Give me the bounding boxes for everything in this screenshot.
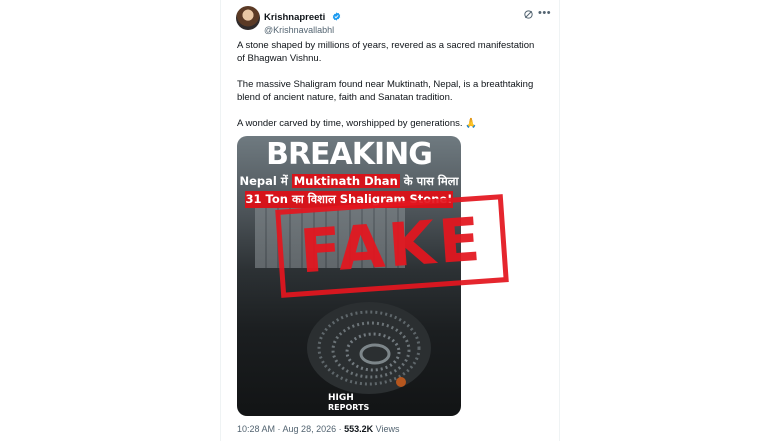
headline-highlight: Muktinath Dhan <box>291 174 400 188</box>
more-icon[interactable]: ••• <box>538 8 551 19</box>
high-reports-logo-sub: REPORTS <box>328 403 370 412</box>
post-text: A wonder carved by time, worshipped by g… <box>237 118 463 129</box>
image-headline-1: Nepal में Muktinath Dhan के पास मिला <box>237 173 461 189</box>
display-name[interactable]: Krishnapreeti <box>264 12 325 23</box>
high-reports-logo: HIGH <box>328 393 354 403</box>
grok-icon[interactable] <box>523 9 534 20</box>
tweet-header: Krishnapreeti @Krishnavallabhl ••• <box>236 6 556 38</box>
shaligram-spiral-image <box>307 302 431 394</box>
author-block[interactable]: Krishnapreeti @Krishnavallabhl <box>264 7 341 36</box>
post-text-line: A wonder carved by time, worshipped by g… <box>237 117 477 131</box>
separator: · <box>336 424 345 434</box>
fake-stamp: FAKE <box>275 194 509 298</box>
post-text-line: The massive Shaligram found near Muktina… <box>237 79 534 90</box>
separator: · <box>275 424 283 434</box>
breaking-title: BREAKING <box>266 137 433 172</box>
headline-text: Nepal में <box>239 174 292 188</box>
post-meta: 10:28 AM · Aug 28, 2026 · 553.2K Views <box>237 424 400 434</box>
post-text-line: A stone shaped by millions of years, rev… <box>237 40 535 51</box>
verified-badge-icon <box>332 12 340 21</box>
post-text-line: of Bhagwan Vishnu. <box>237 53 322 64</box>
post-time[interactable]: 10:28 AM <box>237 424 275 434</box>
views-count: 553.2K <box>344 424 374 434</box>
avatar[interactable] <box>236 6 260 30</box>
headline-text: के पास मिला <box>399 174 459 188</box>
views-label: Views <box>373 424 400 434</box>
post-date[interactable]: Aug 28, 2026 <box>283 424 337 434</box>
folded-hands-emoji: 🙏 <box>465 118 478 129</box>
handle[interactable]: @Krishnavallabhl <box>264 25 341 36</box>
post-text-line: blend of ancient nature, faith and Sanat… <box>237 92 453 103</box>
